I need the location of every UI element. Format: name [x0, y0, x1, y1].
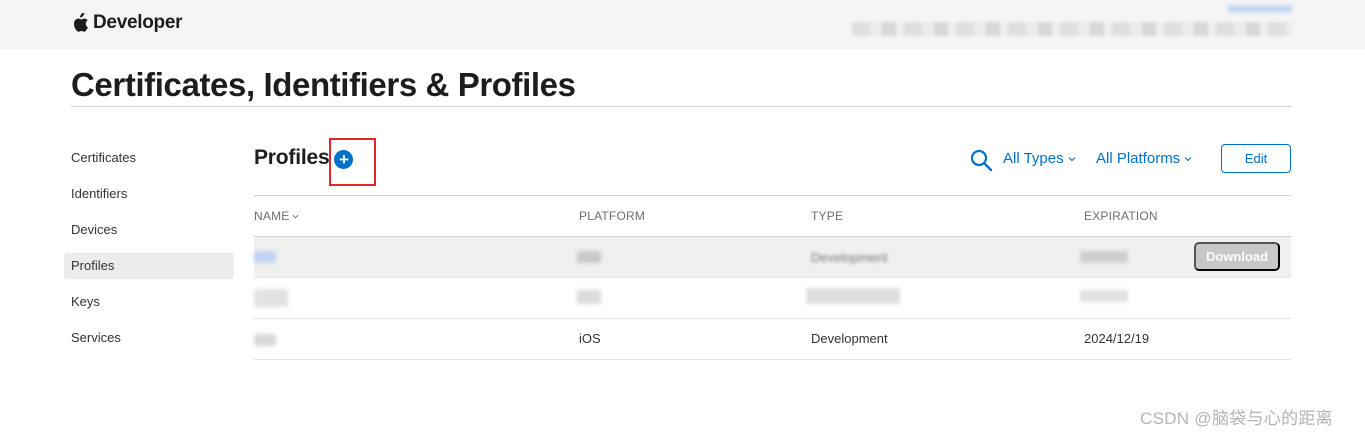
row-divider: [254, 359, 1291, 360]
type-filter-dropdown[interactable]: All Types: [1003, 150, 1076, 167]
account-link-redacted[interactable]: [1228, 6, 1292, 12]
brand-label: Developer: [93, 12, 183, 33]
sidebar-item-services[interactable]: Services: [64, 325, 234, 351]
platform-redacted: [577, 290, 601, 304]
title-divider: [71, 106, 1291, 107]
watermark-text: CSDN @脑袋与心的距离: [1140, 409, 1334, 428]
apple-logo-icon: [71, 13, 89, 33]
platform-cell: iOS: [579, 331, 601, 346]
profile-name-redacted[interactable]: [254, 251, 276, 263]
platform-redacted: [577, 251, 601, 263]
expiration-redacted: [1080, 251, 1128, 263]
expiration-cell: 2024/12/19: [1084, 331, 1150, 346]
sidebar-item-identifiers[interactable]: Identifiers: [64, 181, 234, 207]
developer-home-link[interactable]: Developer: [71, 12, 182, 34]
table-row[interactable]: [254, 237, 1291, 277]
global-nav: Developer: [0, 0, 1365, 49]
annotation-highlight-box: [329, 138, 376, 186]
table-top-divider: [254, 195, 1291, 196]
sidebar-item-certificates[interactable]: Certificates: [64, 145, 234, 171]
type-cell: Development: [811, 250, 888, 265]
sidebar-item-devices[interactable]: Devices: [64, 217, 234, 243]
sidebar-item-keys[interactable]: Keys: [64, 289, 234, 315]
chevron-down-icon: [1068, 156, 1075, 161]
row-divider: [254, 277, 1291, 278]
column-header-expiration: EXPIRATION: [1084, 209, 1158, 223]
expiration-redacted: [1080, 290, 1128, 302]
type-redacted: [806, 288, 900, 304]
platform-filter-dropdown[interactable]: All Platforms: [1096, 150, 1192, 167]
column-header-name-label: NAME: [254, 209, 290, 223]
profile-name-redacted[interactable]: [254, 289, 288, 307]
type-cell: Development: [811, 331, 888, 346]
row-divider: [254, 318, 1291, 319]
column-header-platform: PLATFORM: [579, 209, 646, 223]
profile-name-redacted[interactable]: [254, 334, 276, 346]
download-button[interactable]: Download: [1194, 242, 1280, 271]
type-filter-label: All Types: [1003, 150, 1064, 167]
edit-button[interactable]: Edit: [1221, 144, 1291, 173]
page-title: Certificates, Identifiers & Profiles: [71, 66, 576, 103]
platform-filter-label: All Platforms: [1096, 150, 1181, 167]
section-title: Profiles: [254, 146, 330, 169]
account-name-redacted: [852, 22, 1292, 36]
search-icon[interactable]: [969, 148, 993, 172]
sort-chevron-icon: [293, 214, 299, 218]
sidebar-item-profiles[interactable]: Profiles: [64, 253, 234, 279]
column-header-name[interactable]: NAME: [254, 209, 299, 223]
column-header-type: TYPE: [811, 209, 844, 223]
sidebar: Certificates Identifiers Devices Profile…: [64, 145, 234, 361]
chevron-down-icon: [1184, 156, 1192, 161]
